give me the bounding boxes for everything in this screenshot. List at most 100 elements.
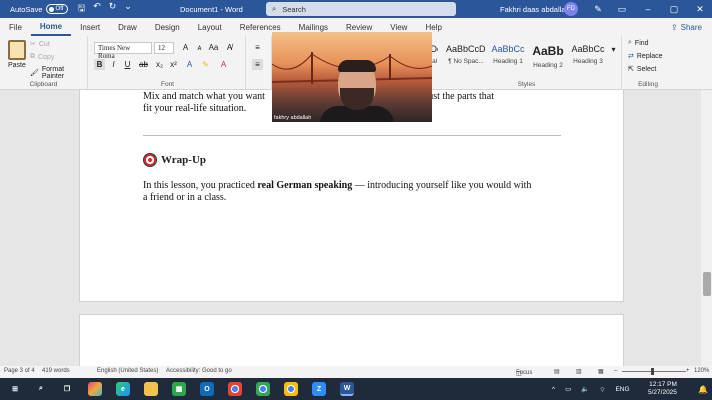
share-label: Share xyxy=(680,22,702,32)
style-heading-2[interactable]: AaBb Heading 2 xyxy=(528,40,568,70)
strikethrough-button[interactable]: ab xyxy=(138,59,149,70)
format-painter-label: Format Painter xyxy=(41,66,65,80)
autosave-control[interactable]: AutoSave Off xyxy=(10,4,68,14)
zoom-in-icon[interactable]: + xyxy=(686,368,690,374)
style-name: ¶ No Spac... xyxy=(448,58,484,65)
chrome-profile-icon[interactable] xyxy=(256,382,270,396)
clear-formatting-icon[interactable]: A̸ xyxy=(224,42,235,53)
paragraph-line: Mix and match what you want xyxy=(143,91,265,102)
document-canvas[interactable]: Mix and match what you want sentence — j… xyxy=(0,90,712,366)
font-size-select[interactable]: 12 xyxy=(154,42,174,54)
outlook-icon[interactable]: O xyxy=(200,382,214,396)
notifications-icon[interactable]: 🔔 xyxy=(696,382,710,396)
style-heading-1[interactable]: AaBbCc Heading 1 xyxy=(488,40,528,70)
select-button[interactable]: ⇱ Select xyxy=(628,65,656,74)
font-color-icon[interactable]: A xyxy=(218,59,229,70)
copy-button[interactable]: ⧉ Copy xyxy=(30,53,54,61)
avatar[interactable]: FD xyxy=(564,2,578,16)
text-effects-icon[interactable]: A xyxy=(184,59,195,70)
tab-design[interactable]: Design xyxy=(146,18,189,36)
zoom-slider[interactable] xyxy=(622,371,686,372)
zoom-slider-thumb[interactable] xyxy=(651,368,654,375)
volume-icon[interactable]: 🔈 xyxy=(581,385,589,393)
font-name-select[interactable]: Times New Roma xyxy=(94,42,152,60)
highlight-icon[interactable]: ✎ xyxy=(200,59,211,70)
paste-button[interactable]: Paste xyxy=(8,62,26,69)
store-icon[interactable]: ▦ xyxy=(172,382,186,396)
save-icon[interactable]: 🖫 xyxy=(78,1,86,17)
close-button[interactable]: ✕ xyxy=(688,0,712,18)
network-icon[interactable]: ⌔ xyxy=(599,385,605,394)
tab-home[interactable]: Home xyxy=(30,18,72,36)
bold-button[interactable]: B xyxy=(94,59,105,70)
paste-icon[interactable] xyxy=(8,40,26,60)
edge-icon[interactable]: e xyxy=(116,382,130,396)
pen-icon[interactable]: ✎ xyxy=(586,0,610,18)
zoom-app-icon[interactable]: Z xyxy=(312,382,326,396)
tab-file[interactable]: File xyxy=(0,18,31,36)
maximize-button[interactable]: ▢ xyxy=(662,0,686,18)
accessibility-status[interactable]: Accessibility: Good to go xyxy=(166,368,232,374)
word-count[interactable]: 419 words xyxy=(42,368,70,374)
task-view-icon[interactable]: ❐ xyxy=(60,382,74,396)
print-layout-icon[interactable]: ▥ xyxy=(576,368,582,375)
underline-button[interactable]: U xyxy=(122,59,133,70)
cut-label: Cut xyxy=(38,40,50,48)
change-case-icon[interactable]: Aa xyxy=(208,42,219,53)
tab-draw[interactable]: Draw xyxy=(109,18,146,36)
styles-gallery-more-icon[interactable]: ▾ xyxy=(608,44,619,55)
search-box[interactable]: ⌕ Search xyxy=(266,2,456,16)
redo-icon[interactable]: ↻ xyxy=(109,1,117,17)
find-icon: ⌕ xyxy=(628,39,632,46)
format-painter-button[interactable]: 🖌 Format Painter xyxy=(30,66,87,80)
share-button[interactable]: ⇪ Share xyxy=(671,20,702,34)
word-app-icon[interactable]: W xyxy=(340,382,354,396)
autosave-toggle[interactable]: Off xyxy=(45,4,68,14)
undo-icon[interactable]: ↶ xyxy=(93,1,101,17)
chrome-icon[interactable] xyxy=(228,382,242,396)
style-no-spacing[interactable]: AaBbCcDc ¶ No Spac... xyxy=(446,40,486,70)
zoom-out-icon[interactable]: – xyxy=(614,368,617,374)
paragraph-line: In this lesson, you practiced real Germa… xyxy=(143,180,531,192)
webcam-overlay[interactable]: fakhry abdallah xyxy=(272,32,432,122)
italic-button[interactable]: I xyxy=(108,59,119,70)
style-sample: AaBbCc xyxy=(491,44,525,54)
paragraph-group: ≡ ≡ xyxy=(248,36,272,90)
style-sample: AaBb xyxy=(532,44,564,58)
align-left-icon[interactable]: ≡ xyxy=(252,59,263,70)
minimize-button[interactable]: – xyxy=(636,0,660,18)
taskbar-search-icon[interactable]: ⌕ xyxy=(34,382,48,396)
style-heading-3[interactable]: AaBbCc Heading 3 xyxy=(568,40,608,70)
replace-button[interactable]: ⇄ Replace xyxy=(628,52,663,61)
language-status[interactable]: English (United States) xyxy=(97,368,158,374)
subscript-button[interactable]: x₂ xyxy=(154,59,165,70)
cut-button[interactable]: ✂ Cut xyxy=(30,40,50,49)
clock-date: 5/27/2025 xyxy=(648,389,677,396)
document-page-next[interactable] xyxy=(79,314,624,366)
grow-font-icon[interactable]: A xyxy=(180,42,191,53)
battery-icon[interactable]: ▭ xyxy=(565,385,571,393)
clock[interactable]: 12:17 PM 5/27/2025 xyxy=(648,378,677,400)
zoom-level[interactable]: 120% xyxy=(694,368,709,374)
bullets-icon[interactable]: ≡ xyxy=(252,42,263,53)
show-hidden-icons-icon[interactable]: ^ xyxy=(552,386,555,393)
ribbon-display-options-icon[interactable]: ▭ xyxy=(610,0,634,18)
read-mode-icon[interactable]: ▤ xyxy=(554,368,560,375)
page-count[interactable]: Page 3 of 4 xyxy=(4,368,35,374)
style-sample: AaBbCcDc xyxy=(446,44,486,54)
web-layout-icon[interactable]: ▦ xyxy=(598,368,604,375)
tab-layout[interactable]: Layout xyxy=(189,18,231,36)
find-button[interactable]: ⌕ Find xyxy=(628,39,649,47)
vertical-scrollbar[interactable] xyxy=(701,90,712,366)
file-explorer-icon[interactable] xyxy=(144,382,158,396)
customize-quick-access-icon[interactable]: ⌄ xyxy=(124,1,132,17)
windows-start-icon[interactable]: ⊞ xyxy=(8,382,22,396)
input-language[interactable]: ENG xyxy=(615,386,629,393)
copilot-icon[interactable] xyxy=(88,382,102,396)
tab-insert[interactable]: Insert xyxy=(71,18,109,36)
scrollbar-thumb[interactable] xyxy=(703,272,711,296)
superscript-button[interactable]: x² xyxy=(168,59,179,70)
shrink-font-icon[interactable]: ᴀ xyxy=(194,42,205,53)
chrome-profile-2-icon[interactable] xyxy=(284,382,298,396)
scissors-icon: ✂ xyxy=(30,41,36,48)
